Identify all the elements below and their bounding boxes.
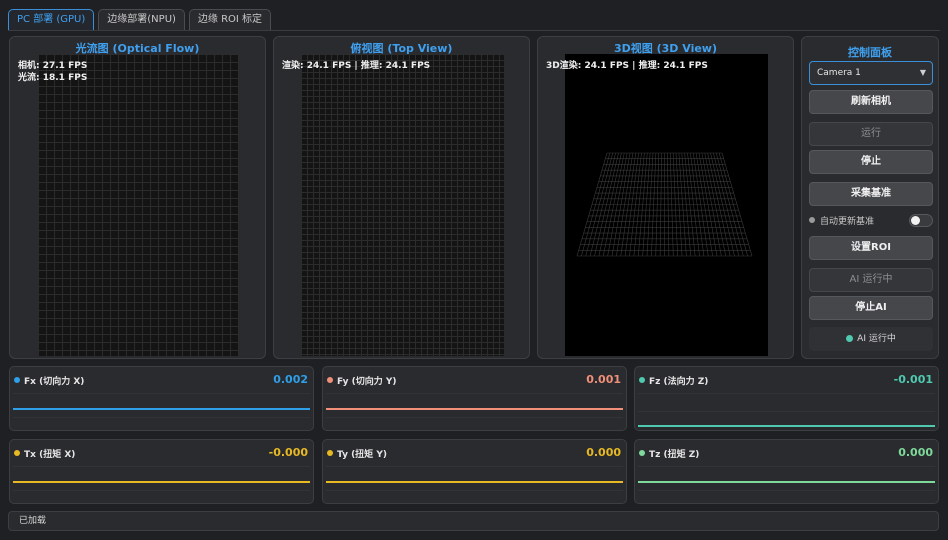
tab-bar: PC 部署 (GPU) 边缘部署(NPU) 边缘 ROI 标定 — [8, 9, 272, 31]
view-3d-fps-label: 3D渲染: 24.1 FPS | 推理: 24.1 FPS — [546, 61, 708, 71]
fx-plot-line — [13, 408, 310, 410]
camera-select[interactable]: Camera 1 ▼ — [809, 61, 933, 85]
fy-label: Fy (切向力 Y) — [337, 377, 397, 387]
tz-card: Tz (扭矩 Z) 0.000 — [634, 439, 939, 504]
fz-label: Fz (法向力 Z) — [649, 377, 709, 387]
fy-dot-icon — [327, 377, 333, 383]
set-roi-button[interactable]: 设置ROI — [809, 236, 933, 260]
view-3d-panel: 3D视图 (3D View) 3D渲染: 24.1 FPS | 推理: 24.1… — [537, 36, 794, 359]
refresh-camera-button[interactable]: 刷新相机 — [809, 90, 933, 114]
ai-status-text: AI 运行中 — [857, 334, 896, 344]
control-panel: 控制面板 Camera 1 ▼ 刷新相机 运行 停止 采集基准 自动更新基准 设… — [801, 36, 939, 359]
tab-edge-roi[interactable]: 边缘 ROI 标定 — [188, 9, 272, 31]
status-bar: 已加载 — [8, 511, 939, 531]
top-view-panel: 俯视图 (Top View) 渲染: 24.1 FPS | 推理: 24.1 F… — [273, 36, 530, 359]
tx-plot-line — [13, 481, 310, 483]
fx-value: 0.002 — [273, 373, 308, 386]
collect-baseline-button[interactable]: 采集基准 — [809, 182, 933, 206]
ty-card: Ty (扭矩 Y) 0.000 — [322, 439, 627, 504]
status-dot-icon — [846, 335, 854, 342]
auto-update-label: 自动更新基准 — [820, 217, 875, 227]
fx-label: Fx (切向力 X) — [24, 377, 85, 387]
run-button[interactable]: 运行 — [809, 122, 933, 146]
auto-update-indicator-icon — [809, 217, 815, 223]
tz-value: 0.000 — [898, 446, 933, 459]
tab-edge-npu[interactable]: 边缘部署(NPU) — [98, 9, 185, 31]
auto-update-toggle[interactable] — [909, 214, 933, 227]
tz-plot-line — [638, 481, 935, 483]
toggle-knob — [911, 216, 920, 225]
fy-card: Fy (切向力 Y) 0.001 — [322, 366, 627, 431]
stop-ai-button[interactable]: 停止AI — [809, 296, 933, 320]
optical-flow-canvas — [38, 54, 239, 356]
ai-running-button[interactable]: AI 运行中 — [809, 268, 933, 292]
tz-label: Tz (扭矩 Z) — [649, 450, 700, 460]
fx-dot-icon — [14, 377, 20, 383]
top-view-fps-label: 渲染: 24.1 FPS | 推理: 24.1 FPS — [282, 61, 431, 71]
ty-label: Ty (扭矩 Y) — [337, 450, 387, 460]
fx-card: Fx (切向力 X) 0.002 — [9, 366, 314, 431]
fz-value: -0.001 — [893, 373, 933, 386]
camera-select-value: Camera 1 — [817, 68, 861, 78]
3d-mesh — [576, 152, 753, 257]
chevron-down-icon: ▼ — [919, 68, 926, 77]
tx-card: Tx (扭矩 X) -0.000 — [9, 439, 314, 504]
control-panel-title: 控制面板 — [848, 46, 892, 59]
optical-flow-panel: 光流图 (Optical Flow) 相机: 27.1 FPS 光流: 18.1… — [9, 36, 266, 359]
auto-update-row: 自动更新基准 — [809, 213, 933, 229]
flow-fps-label: 光流: 18.1 FPS — [18, 73, 88, 83]
tx-dot-icon — [14, 450, 20, 456]
fz-dot-icon — [639, 377, 645, 383]
ty-plot-line — [326, 481, 623, 483]
ty-value: 0.000 — [586, 446, 621, 459]
ai-status-indicator: AI 运行中 — [809, 327, 933, 351]
tab-pc-gpu[interactable]: PC 部署 (GPU) — [8, 9, 95, 31]
fz-card: Fz (法向力 Z) -0.001 — [634, 366, 939, 431]
tx-label: Tx (扭矩 X) — [24, 450, 76, 460]
ty-dot-icon — [327, 450, 333, 456]
tz-dot-icon — [639, 450, 645, 456]
camera-fps-label: 相机: 27.1 FPS — [18, 61, 88, 71]
tab-divider — [8, 30, 940, 31]
tx-value: -0.000 — [268, 446, 308, 459]
fz-plot-line — [638, 425, 935, 427]
fy-value: 0.001 — [586, 373, 621, 386]
stop-button[interactable]: 停止 — [809, 150, 933, 174]
fy-plot-line — [326, 408, 623, 410]
top-view-canvas — [301, 54, 504, 356]
view-3d-canvas — [565, 54, 768, 356]
